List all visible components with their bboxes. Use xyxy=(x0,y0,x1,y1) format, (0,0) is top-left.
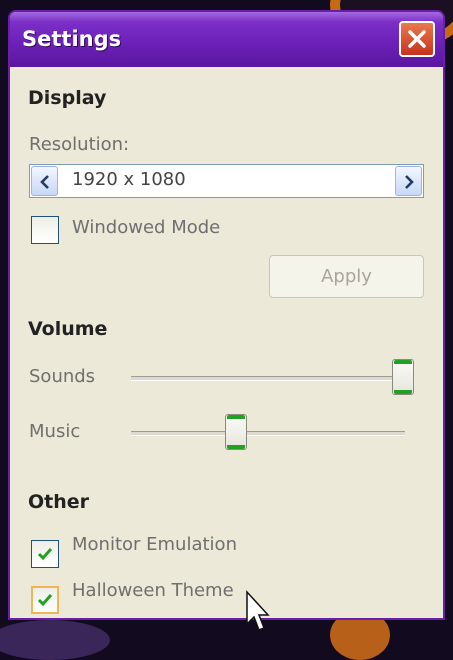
halloween-theme-checkbox[interactable] xyxy=(31,586,59,614)
checkmark-icon xyxy=(37,594,53,607)
resolution-next-button[interactable] xyxy=(395,166,422,196)
monitor-emulation-label[interactable]: Monitor Emulation xyxy=(72,534,237,555)
resolution-spinner: 1920 x 1080 xyxy=(29,164,424,198)
apply-button[interactable]: Apply xyxy=(269,255,424,298)
display-heading: Display xyxy=(28,87,107,109)
checkmark-icon xyxy=(37,548,53,561)
chevron-right-icon xyxy=(405,175,414,189)
window-title: Settings xyxy=(22,27,122,51)
background-decoration xyxy=(0,620,110,660)
music-slider-track[interactable] xyxy=(131,431,405,436)
music-slider-thumb[interactable] xyxy=(225,414,247,450)
sounds-slider-track[interactable] xyxy=(131,376,414,381)
chevron-left-icon xyxy=(40,175,49,189)
monitor-emulation-checkbox[interactable] xyxy=(31,540,59,568)
other-heading: Other xyxy=(28,491,90,513)
sounds-slider-thumb[interactable] xyxy=(392,359,414,395)
windowed-mode-checkbox[interactable] xyxy=(31,216,59,244)
mouse-cursor-icon xyxy=(246,590,270,631)
halloween-theme-label[interactable]: Halloween Theme xyxy=(72,580,234,601)
settings-content: Display Resolution: 1920 x 1080 Windowed… xyxy=(10,67,443,618)
music-label: Music xyxy=(29,421,81,442)
resolution-label: Resolution: xyxy=(29,134,130,155)
volume-heading: Volume xyxy=(28,318,108,340)
title-bar[interactable]: Settings xyxy=(10,12,443,67)
windowed-mode-label[interactable]: Windowed Mode xyxy=(72,217,220,238)
resolution-prev-button[interactable] xyxy=(31,166,58,196)
close-icon xyxy=(408,30,426,48)
settings-window: Settings Display Resolution: 1920 x 1080 xyxy=(8,10,445,620)
resolution-value: 1920 x 1080 xyxy=(72,169,186,190)
close-button[interactable] xyxy=(399,21,435,57)
sounds-label: Sounds xyxy=(29,366,96,387)
